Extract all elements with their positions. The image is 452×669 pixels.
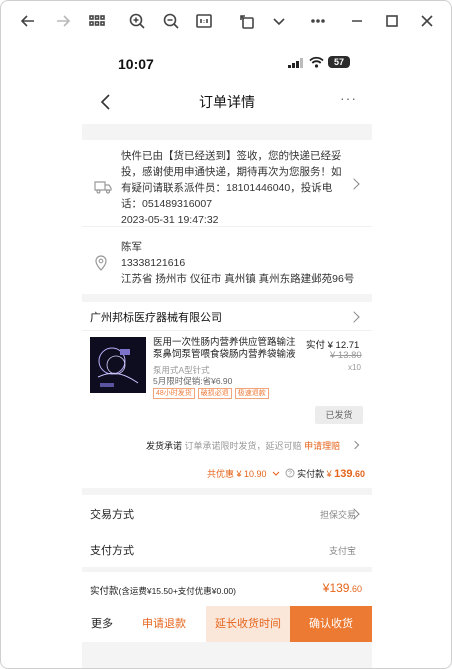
forward-arrow-icon[interactable] [51, 9, 75, 33]
signal-icon [288, 58, 303, 68]
nav-bar: 订单详情 ··· [82, 82, 372, 124]
discount-total: 共优惠 ¥ 10.90 [207, 469, 267, 479]
claim-link[interactable]: 申请理赔 [304, 441, 340, 451]
total-title: 实付款 [90, 586, 119, 597]
more-options-icon[interactable] [306, 9, 330, 33]
total-amount-integer: ¥139 [322, 581, 350, 595]
chevron-right-icon [348, 178, 360, 190]
total-amount-decimal: .60 [349, 584, 362, 594]
order-summary: 共优惠 ¥ 10.90 ? 实付款 ¥ 139.60 [207, 467, 365, 480]
paid-amount: ¥ 139.60 [326, 468, 366, 480]
chevron-down-icon[interactable] [270, 467, 282, 479]
recipient-address: 江苏省 扬州市 仪征市 真州镇 真州东路建邺苑96号 [121, 273, 355, 285]
total-breakdown: (含运费¥15.50+支付优惠¥0.00) [118, 586, 236, 596]
product-tubing-image [97, 347, 139, 387]
maximize-icon[interactable] [380, 9, 404, 33]
paid-label: 实付款 [297, 469, 325, 479]
logistics-info: 快件已由【货已经送到】签收，您的快递已经妥投，感谢使用申通快递，期待再次为您服务… [121, 148, 349, 228]
payment-method-row: 支付方式 支付宝 [82, 531, 372, 567]
shipping-promise[interactable]: 发货承诺 订单承诺限时发货，延迟可赔 申请理赔 [146, 439, 340, 452]
product-image[interactable] [90, 337, 146, 393]
viewer-toolbar [1, 1, 451, 41]
paid-decimal: .60 [352, 469, 366, 479]
promise-label: 发货承诺 [146, 441, 183, 451]
back-arrow-icon[interactable] [16, 9, 40, 33]
service-tag: 极速退款 [234, 388, 269, 399]
more-button[interactable]: 更多 [82, 606, 122, 642]
product-original-price: ¥ 13.80 [330, 350, 362, 361]
confirm-receipt-button[interactable]: 确认收货 [290, 606, 372, 642]
chevron-right-icon[interactable] [348, 311, 360, 323]
logistics-message: 快件已由【货已经送到】签收，您的快递已经妥投，感谢使用申通快递，期待再次为您服务… [121, 150, 342, 210]
total-bar: 实付款(含运费¥15.50+支付优惠¥0.00) ¥139.60 [82, 572, 372, 606]
extend-receipt-button[interactable]: 延长收货时间 [206, 606, 290, 642]
payment-method-label: 支付方式 [90, 545, 134, 557]
product-paid-price: 实付 ¥ 12.71 [306, 340, 360, 351]
total-amount: ¥139.60 [323, 581, 362, 595]
delivery-truck-icon [94, 181, 112, 194]
battery-indicator: 57 [328, 56, 350, 68]
page-title: 订单详情 [199, 94, 255, 110]
product-quantity: x10 [348, 363, 361, 372]
product-title[interactable]: 医用一次性肠内营养供应管路输注泵鼻饲泵管喂食袋肠内营养袋输液 [153, 337, 303, 361]
close-icon[interactable] [415, 9, 439, 33]
paid-integer: 139 [334, 468, 353, 480]
wifi-icon [309, 56, 324, 68]
more-menu-icon[interactable]: ··· [340, 90, 357, 106]
zoom-in-icon[interactable] [125, 9, 149, 33]
order-detail-screen: 10:07 57 订单详情 ··· 快件已由【货已经送到】签收，您的快递已经妥投… [82, 42, 372, 668]
logistics-card[interactable]: 快件已由【货已经送到】签收，您的快递已经妥投，感谢使用申通快递，期待再次为您服务… [82, 140, 372, 226]
service-tag: 48小时发货 [153, 388, 195, 399]
trade-method-row[interactable]: 交易方式 担保交易 [82, 495, 372, 531]
rotate-icon[interactable] [235, 9, 259, 33]
status-bar: 10:07 57 [82, 42, 372, 82]
minimize-icon[interactable] [345, 9, 369, 33]
refund-button[interactable]: 申请退款 [122, 606, 206, 642]
service-tags: 48小时发货 破损必退 极速退款 [153, 388, 269, 399]
product-promo: 5月限时促销:省¥6.90 [153, 376, 233, 386]
divider [82, 330, 372, 331]
shop-card: 广州邦标医疗器械有限公司 医用一次性肠内营养供应管路输注泵鼻饲泵管喂食袋肠内营养… [82, 302, 372, 488]
trade-method-label: 交易方式 [90, 509, 134, 521]
recipient-phone: 13338121616 [121, 257, 186, 269]
action-bar: 更多 申请退款 延长收货时间 确认收货 [82, 606, 372, 642]
address-info: 陈军 13338121616 江苏省 扬州市 仪征市 真州镇 真州东路建邺苑96… [121, 239, 354, 287]
address-card: 陈军 13338121616 江苏省 扬州市 仪征市 真州镇 真州东路建邺苑96… [82, 226, 372, 294]
location-pin-icon [95, 255, 107, 271]
zoom-out-icon[interactable] [159, 9, 183, 33]
chevron-down-icon[interactable] [267, 9, 291, 33]
help-icon[interactable]: ? [285, 468, 295, 478]
svg-text:?: ? [288, 471, 292, 478]
recipient-name: 陈军 [121, 241, 142, 253]
actual-size-icon[interactable] [192, 9, 216, 33]
promise-text: 订单承诺限时发货，延迟可赔 [184, 441, 302, 451]
chevron-right-icon [350, 440, 360, 450]
total-label: 实付款(含运费¥15.50+支付优惠¥0.00) [90, 583, 236, 597]
payment-method-value: 支付宝 [328, 546, 356, 556]
shipped-status-button[interactable]: 已发货 [315, 406, 363, 424]
status-time: 10:07 [118, 56, 154, 72]
service-tag: 破损必退 [197, 388, 232, 399]
paid-currency: ¥ [326, 469, 332, 479]
image-viewer-window: 10:07 57 订单详情 ··· 快件已由【货已经送到】签收，您的快递已经妥投… [0, 0, 452, 669]
shop-name[interactable]: 广州邦标医疗器械有限公司 [90, 309, 222, 325]
grid-view-icon[interactable] [85, 9, 109, 33]
